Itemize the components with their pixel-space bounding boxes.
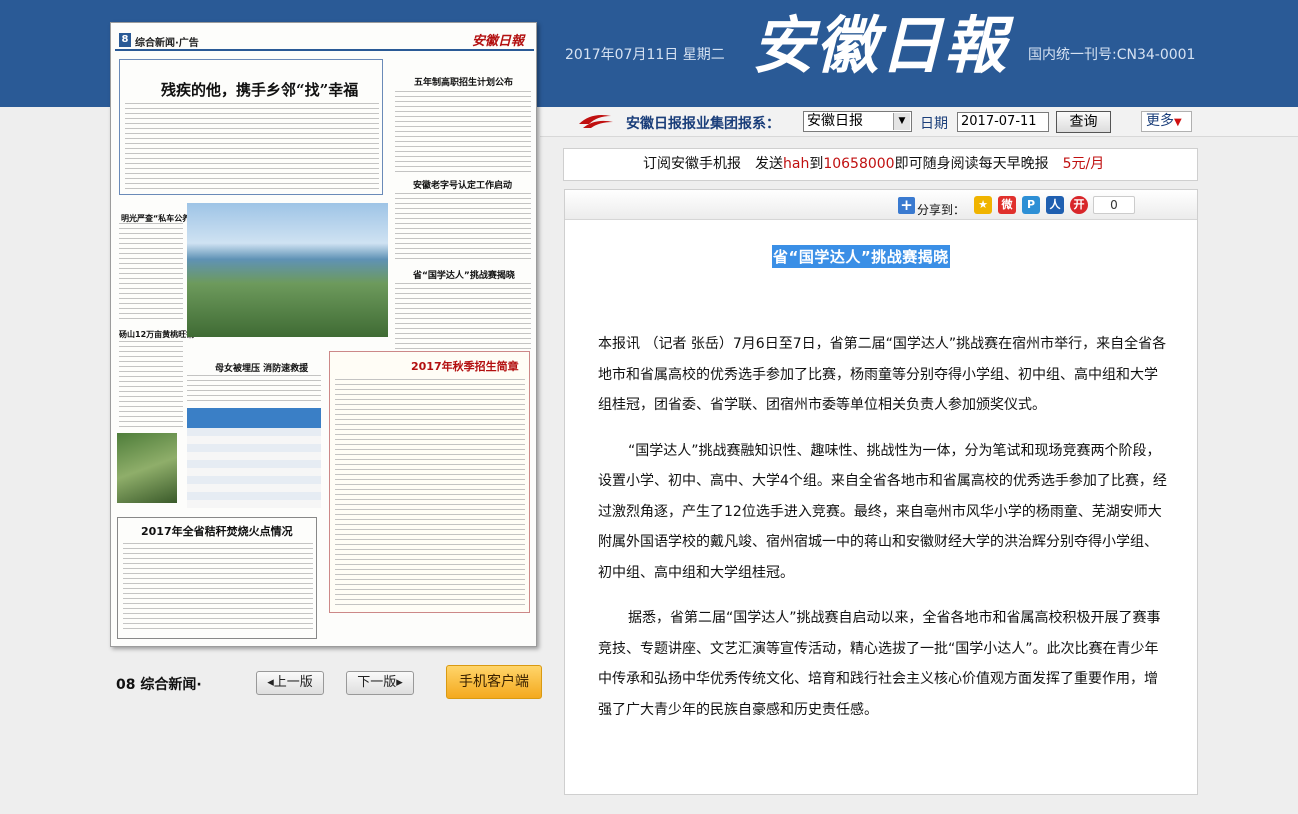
next-page-label: 下一版 — [357, 675, 397, 690]
group-label: 安徽日报报业集团报系： — [626, 116, 780, 132]
prev-page-label: 上一版 — [273, 675, 313, 690]
article-paragraph: 本报讯 （记者 张岳）7月6日至7日，省第二届“国学达人”挑战赛在宿州市举行，来… — [598, 336, 1167, 413]
prev-page-button[interactable]: ◂上一版 — [256, 671, 324, 695]
np-headline-right-1[interactable]: 五年制高职招生计划公布 — [414, 75, 513, 88]
more-button-label: 更多 — [1146, 113, 1174, 129]
qzone-icon[interactable]: ★ — [974, 196, 992, 214]
share-label: 分享到： — [917, 203, 966, 217]
share-plus-icon[interactable]: + — [898, 197, 915, 214]
issn-text: 国内统一刊号:CN34-0001 — [1028, 47, 1196, 63]
query-button[interactable]: 查询 — [1056, 111, 1111, 133]
next-page-button[interactable]: 下一版▸ — [346, 671, 414, 695]
np-section-name: 综合新闻·广告 — [135, 38, 199, 49]
paper-select-value: 安徽日报 — [807, 113, 863, 129]
date-label: 日期 — [920, 116, 948, 132]
np-text-block — [395, 91, 531, 173]
renren-icon[interactable]: 人 — [1046, 196, 1064, 214]
current-page-label: 08 综合新闻· — [116, 677, 202, 693]
date-input[interactable]: 2017-07-11 — [957, 112, 1049, 132]
article-panel: + 分享到： ★ 微 P 人 开 0 省“国学达人”挑战赛揭晓 本报讯 （记者 … — [564, 189, 1198, 795]
np-page-number: 8 — [119, 33, 131, 47]
article-title: 省“国学达人”挑战赛揭晓 — [772, 245, 950, 268]
np-text-block — [119, 341, 183, 429]
np-headline-right-2[interactable]: 安徽老字号认定工作启动 — [413, 178, 512, 191]
share-bar: + 分享到： ★ 微 P 人 开 0 — [565, 190, 1197, 220]
more-button[interactable]: 更多▼ — [1141, 111, 1192, 132]
share-count: 0 — [1093, 196, 1135, 214]
np-text-block — [125, 103, 379, 191]
np-text-block — [119, 223, 183, 323]
brand-mark-icon — [579, 115, 613, 128]
np-bottom-table — [123, 543, 313, 633]
np-masthead: 安徽日報 — [471, 34, 524, 49]
site-logo[interactable]: 安徽日報 — [752, 10, 1008, 82]
np-bottom-title[interactable]: 2017年全省秸秆焚烧火点情况 — [141, 523, 293, 539]
np-headline-mid[interactable]: 母女被埋压 消防速救援 — [215, 361, 308, 374]
weibo-icon[interactable]: 微 — [998, 196, 1016, 214]
caret-down-icon: ▼ — [1174, 117, 1182, 128]
article-body: 本报讯 （记者 张岳）7月6日至7日，省第二届“国学达人”挑战赛在宿州市举行，来… — [598, 329, 1168, 740]
np-text-block — [395, 193, 531, 263]
subscribe-number: 10658000 — [823, 156, 895, 172]
subscribe-text-a: 订阅安徽手机报 发送 — [643, 156, 783, 172]
np-text-block — [395, 283, 531, 349]
np-ad-text — [335, 379, 525, 605]
issue-date: 2017年07月11日 星期二 — [565, 47, 725, 63]
paper-select[interactable]: 安徽日报 ▼ — [803, 111, 912, 132]
newspaper-page-image[interactable]: 8 综合新闻·广告 安徽日報 残疾的他，携手乡邻“找”幸福 五年制高职招生计划公… — [110, 22, 537, 647]
subscribe-bar: 订阅安徽手机报 发送hah到10658000即可随身阅读每天早晚报 5元/月 — [563, 148, 1198, 181]
chevron-right-icon: ▸ — [396, 675, 403, 690]
subscribe-price: 5元/月 — [1062, 156, 1105, 172]
np-peach-photo — [117, 433, 177, 503]
np-ad-title[interactable]: 2017年秋季招生简章 — [411, 358, 519, 374]
np-headline-left-2[interactable]: 砀山12万亩黄桃旺销 — [119, 329, 194, 340]
np-text-block — [187, 375, 321, 405]
mobile-client-button[interactable]: 手机客户端 — [446, 665, 542, 699]
np-headline-right-3[interactable]: 省“国学达人”挑战赛揭晓 — [413, 268, 515, 281]
chevron-down-icon: ▼ — [893, 113, 910, 130]
np-headline-main[interactable]: 残疾的他，携手乡邻“找”幸福 — [161, 79, 358, 100]
subscribe-text-c: 即可随身阅读每天早晚报 — [894, 156, 1063, 172]
kaixin-icon[interactable]: 开 — [1070, 196, 1088, 214]
np-weather-banner — [187, 408, 321, 428]
np-lake-photo — [187, 203, 388, 337]
np-page-header: 8 综合新闻·广告 安徽日報 — [115, 27, 534, 51]
article-paragraph: 据悉，省第二届“国学达人”挑战赛自启动以来，全省各地市和省属高校积极开展了赛事竞… — [598, 610, 1161, 718]
tencent-weibo-icon[interactable]: P — [1022, 196, 1040, 214]
subscribe-code: hah — [783, 156, 810, 172]
np-weather-table — [187, 428, 321, 508]
article-paragraph: “国学达人”挑战赛融知识性、趣味性、挑战性为一体，分为笔试和现场竞赛两个阶段，设… — [598, 442, 1167, 581]
subscribe-text-b: 到 — [809, 156, 824, 172]
